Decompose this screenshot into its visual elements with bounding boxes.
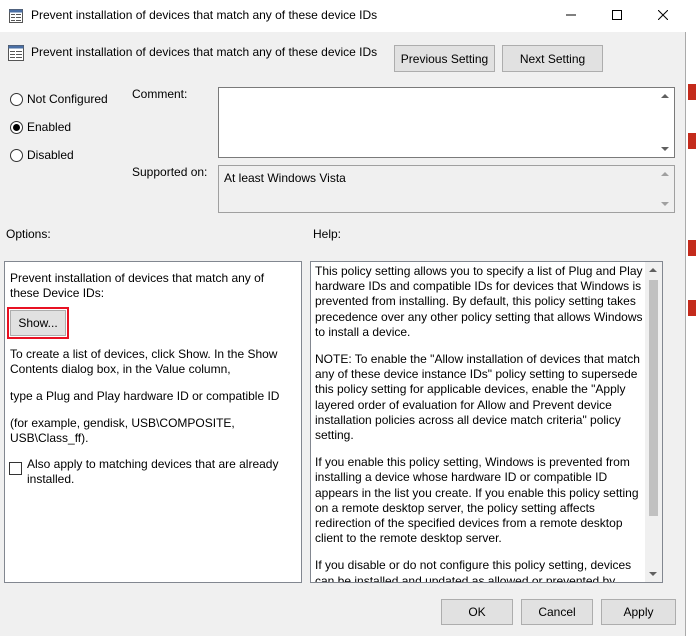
scroll-up-icon[interactable] — [649, 268, 657, 272]
supported-on-scrollbar[interactable] — [657, 166, 674, 212]
help-panel: This policy setting allows you to specif… — [310, 261, 663, 583]
policy-dialog-window: Prevent installation of devices that mat… — [0, 0, 686, 636]
help-label: Help: — [313, 227, 342, 241]
comment-scrollbar[interactable] — [657, 88, 674, 157]
options-instruction: (for example, gendisk, USB\COMPOSITE, US… — [10, 416, 235, 445]
window-title: Prevent installation of devices that mat… — [31, 8, 378, 22]
help-paragraph: If you disable or do not configure this … — [315, 558, 632, 583]
maximize-icon — [612, 9, 622, 23]
scroll-down-icon[interactable] — [661, 147, 669, 151]
radio-button[interactable] — [10, 120, 23, 134]
radio-button[interactable] — [10, 92, 23, 106]
help-paragraph: NOTE: To enable the "Allow installation … — [315, 352, 640, 443]
help-paragraph: This policy setting allows you to specif… — [315, 264, 643, 339]
scroll-up-icon[interactable] — [661, 172, 669, 176]
options-instruction: type a Plug and Play hardware ID or comp… — [10, 389, 280, 403]
comment-label: Comment: — [132, 87, 188, 101]
scroll-down-icon[interactable] — [661, 202, 669, 206]
title-bar: Prevent installation of devices that mat… — [0, 0, 686, 32]
policy-setting-icon — [8, 45, 24, 61]
help-paragraph: If you enable this policy setting, Windo… — [315, 455, 639, 546]
radio-disabled[interactable]: Disabled — [10, 148, 74, 162]
minimize-button[interactable] — [548, 0, 594, 32]
scroll-down-icon[interactable] — [649, 572, 657, 576]
radio-button[interactable] — [10, 148, 23, 162]
radio-label: Enabled — [27, 120, 72, 134]
previous-setting-button[interactable]: Previous Setting — [394, 45, 495, 72]
options-panel: Prevent installation of devices that mat… — [4, 261, 302, 583]
setting-title: Prevent installation of devices that mat… — [31, 45, 378, 59]
supported-on-value: At least Windows Vista — [224, 171, 346, 185]
close-button[interactable] — [640, 0, 686, 32]
background-marker — [688, 240, 696, 256]
minimize-icon — [566, 9, 576, 23]
comment-textarea[interactable] — [218, 87, 675, 158]
background-window-edge — [686, 0, 696, 636]
background-marker — [688, 300, 696, 316]
supported-on-label: Supported on: — [132, 165, 208, 179]
scroll-thumb[interactable] — [649, 280, 658, 516]
help-scrollbar[interactable] — [645, 262, 662, 582]
radio-enabled[interactable]: Enabled — [10, 120, 71, 134]
close-icon — [657, 9, 669, 23]
options-label: Options: — [6, 227, 51, 241]
background-marker — [688, 133, 696, 149]
radio-label: Disabled — [27, 148, 74, 162]
ok-button[interactable]: OK — [441, 599, 513, 625]
show-button[interactable]: Show... — [10, 310, 66, 336]
apply-button[interactable]: Apply — [601, 599, 676, 625]
policy-app-icon — [9, 9, 23, 23]
radio-not-configured[interactable]: Not Configured — [10, 92, 108, 106]
options-instruction: To create a list of devices, click Show.… — [10, 347, 278, 376]
scroll-up-icon[interactable] — [661, 94, 669, 98]
apply-installed-label: Also apply to matching devices that are … — [27, 457, 279, 486]
apply-installed-checkbox[interactable] — [9, 462, 22, 475]
radio-label: Not Configured — [27, 92, 108, 106]
next-setting-button[interactable]: Next Setting — [502, 45, 603, 72]
help-text: This policy setting allows you to specif… — [315, 264, 645, 583]
cancel-button[interactable]: Cancel — [521, 599, 593, 625]
maximize-button[interactable] — [594, 0, 640, 32]
supported-on-field: At least Windows Vista — [218, 165, 675, 213]
options-description: Prevent installation of devices that mat… — [10, 271, 265, 300]
background-marker — [688, 84, 696, 100]
